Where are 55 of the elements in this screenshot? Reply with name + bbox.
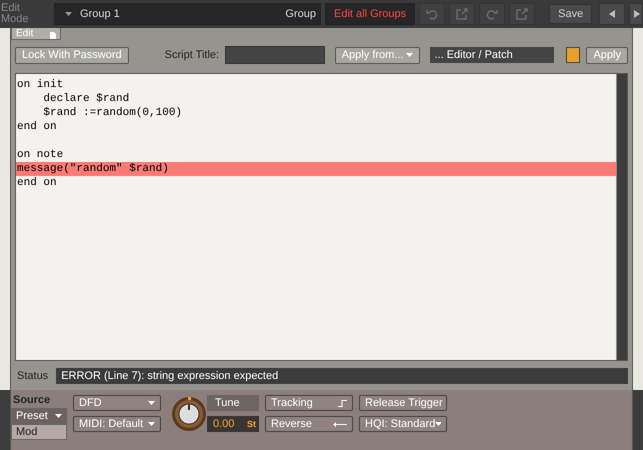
next-button[interactable] <box>629 3 643 25</box>
caret-icon <box>65 12 72 16</box>
export-button[interactable] <box>449 3 476 25</box>
hqi-dropdown[interactable]: HQI: Standard <box>359 416 447 432</box>
arrow-icon <box>333 422 347 426</box>
source-tab[interactable]: Mod <box>11 424 67 440</box>
source-field: ... Editor / Patch <box>430 47 554 63</box>
previous-button[interactable] <box>599 3 625 25</box>
lock-password-button[interactable]: Lock With Password <box>15 46 129 64</box>
status-message: ERROR (Line 7): string expression expected <box>56 368 628 384</box>
source-title: Source <box>12 393 52 408</box>
script-title-label: Script Title: <box>164 49 220 61</box>
script-title-field[interactable] <box>225 46 325 64</box>
code-line: end on <box>16 120 58 134</box>
release-trigger-button[interactable]: Release Trigger <box>359 395 447 411</box>
code-line: on init <box>16 78 64 92</box>
status-label: Status <box>16 370 48 382</box>
save-button[interactable]: Save <box>549 4 592 24</box>
undo-icon <box>426 8 438 20</box>
redo-button[interactable] <box>479 3 506 25</box>
export-icon <box>516 8 528 20</box>
midi-dropdown[interactable]: MIDI: Default <box>73 416 161 432</box>
mode-label: Edit Mode <box>0 1 30 25</box>
source-tab[interactable]: Preset <box>11 408 67 424</box>
undo-button[interactable] <box>419 3 446 25</box>
edit-all-groups-button[interactable]: Edit all Groups <box>325 3 416 25</box>
indicator-light[interactable] <box>566 47 580 63</box>
edit-tab[interactable]: Edit <box>11 28 61 40</box>
caret-icon <box>406 53 414 57</box>
caret-icon <box>148 401 155 405</box>
code-line: $rand :=random(0,100) <box>42 106 184 120</box>
code-editor[interactable]: on init declare $rand $rand :=random(0,100) end on on note message("random" $rand) end on <box>15 73 628 361</box>
caret-icon <box>435 422 441 426</box>
step-icon <box>338 400 347 406</box>
tune-value[interactable]: 0.00 St <box>207 416 259 432</box>
tracking-button[interactable]: Tracking <box>265 395 353 411</box>
tune-label: Tune <box>207 395 259 411</box>
reverse-button[interactable]: Reverse <box>265 416 353 432</box>
code-line: end on <box>16 176 58 190</box>
redo-icon <box>486 8 498 20</box>
export-button[interactable] <box>509 3 536 25</box>
engine-dropdown[interactable]: DFD <box>73 395 161 411</box>
code-line: on note <box>16 148 64 162</box>
export-icon <box>456 8 468 20</box>
scrollbar[interactable] <box>616 74 627 360</box>
tune-knob[interactable] <box>171 396 207 432</box>
code-line: declare $rand <box>42 92 130 106</box>
caret-icon <box>148 422 155 426</box>
caret-icon <box>55 414 62 418</box>
apply-from-dropdown[interactable]: Apply from... <box>334 46 420 64</box>
apply-button[interactable]: Apply <box>586 46 628 64</box>
page-icon <box>50 32 56 39</box>
right-arrow-icon <box>634 10 640 18</box>
group-selector[interactable]: Group 1 Group <box>54 3 321 25</box>
left-arrow-icon <box>609 10 615 18</box>
